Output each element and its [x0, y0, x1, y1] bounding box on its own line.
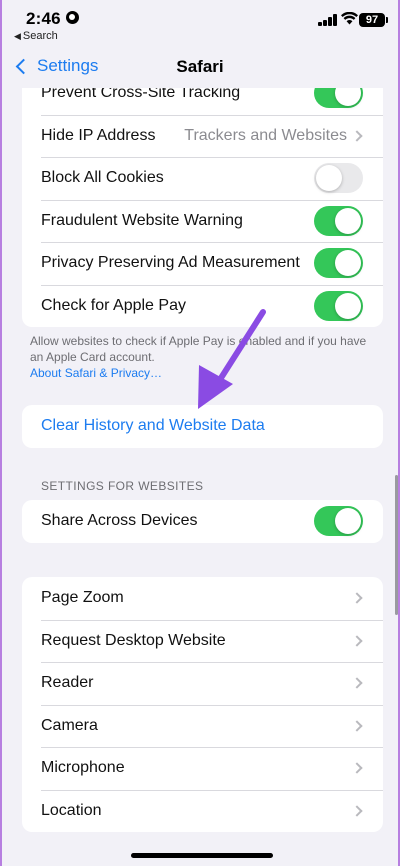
privacy-footer-text: Allow websites to check if Apple Pay is … — [30, 334, 367, 364]
privacy-footer: Allow websites to check if Apple Pay is … — [30, 333, 375, 381]
row-label: Microphone — [41, 759, 125, 777]
row-check-apple-pay: Check for Apple Pay — [22, 284, 383, 328]
toggle-knob — [335, 250, 361, 277]
apple-pay-toggle[interactable] — [314, 290, 363, 321]
row-hide-ip-address[interactable]: Hide IP Address Trackers and Websites — [22, 114, 383, 158]
ad-measurement-toggle[interactable] — [314, 248, 363, 279]
status-time: 2:46 — [26, 9, 61, 28]
website-settings-group: Page Zoom Request Desktop Website Reader… — [22, 577, 383, 832]
toggle-knob — [316, 165, 342, 192]
section-header-websites: SETTINGS FOR WEBSITES — [41, 479, 204, 493]
toggle-knob — [335, 292, 361, 319]
chevron-right-icon — [351, 677, 363, 689]
back-to-app-link[interactable]: ◀ Search — [14, 30, 58, 42]
chevron-right-icon — [351, 805, 363, 817]
row-page-zoom[interactable]: Page Zoom — [22, 577, 383, 620]
cellular-signal-icon — [318, 14, 337, 26]
row-label: Hide IP Address — [41, 126, 156, 144]
chevron-right-icon — [351, 130, 363, 142]
battery-icon: 97 — [359, 13, 388, 27]
share-across-devices-toggle[interactable] — [314, 506, 363, 537]
clear-history-group: Clear History and Website Data — [22, 405, 383, 448]
chevron-right-icon — [351, 720, 363, 732]
fraud-warning-toggle[interactable] — [314, 205, 363, 236]
toggle-knob — [335, 207, 361, 234]
share-across-devices-group: Share Across Devices — [22, 500, 383, 543]
row-block-all-cookies: Block All Cookies — [22, 157, 383, 200]
row-label: Reader — [41, 674, 94, 692]
chevron-right-icon — [351, 592, 363, 604]
row-label: Block All Cookies — [41, 169, 164, 187]
back-app-label: Search — [22, 30, 58, 42]
privacy-security-group: Prevent Cross-Site Tracking Hide IP Addr… — [22, 88, 383, 327]
row-label: Privacy Preserving Ad Measurement — [41, 254, 300, 272]
row-prevent-cross-site-tracking: Prevent Cross-Site Tracking — [22, 88, 383, 115]
page-title: Safari — [176, 57, 224, 76]
row-share-across-devices: Share Across Devices — [22, 500, 383, 543]
row-label: Location — [41, 801, 102, 819]
row-label: Page Zoom — [41, 589, 124, 607]
scroll-indicator — [395, 475, 398, 615]
row-reader[interactable]: Reader — [22, 662, 383, 705]
chevron-right-icon — [351, 635, 363, 647]
row-camera[interactable]: Camera — [22, 704, 383, 748]
clear-history-label: Clear History and Website Data — [41, 417, 265, 435]
row-label: Prevent Cross-Site Tracking — [41, 88, 241, 102]
settings-scroll-area[interactable]: Prevent Cross-Site Tracking Hide IP Addr… — [2, 88, 398, 866]
chevron-right-icon — [351, 762, 363, 774]
row-label: Request Desktop Website — [41, 631, 226, 649]
row-privacy-ad-measurement: Privacy Preserving Ad Measurement — [22, 242, 383, 285]
row-label: Fraudulent Website Warning — [41, 211, 243, 229]
row-label: Check for Apple Pay — [41, 296, 186, 314]
status-bar: 2:46 ◀ Search 97 — [2, 0, 398, 48]
row-request-desktop-website[interactable]: Request Desktop Website — [22, 619, 383, 663]
home-indicator — [131, 853, 273, 858]
row-microphone[interactable]: Microphone — [22, 747, 383, 790]
phone-screen: 2:46 ◀ Search 97 Settings Safari Prevent … — [0, 0, 400, 866]
navigation-bar: Settings Safari — [2, 48, 398, 88]
prevent-tracking-toggle[interactable] — [314, 88, 363, 109]
location-services-icon — [66, 11, 79, 24]
wifi-icon — [341, 12, 358, 25]
row-label: Camera — [41, 716, 98, 734]
row-fraudulent-website-warning: Fraudulent Website Warning — [22, 199, 383, 243]
row-location[interactable]: Location — [22, 789, 383, 833]
row-label: Share Across Devices — [41, 512, 198, 530]
about-safari-privacy-link[interactable]: About Safari & Privacy… — [30, 365, 375, 381]
toggle-knob — [335, 508, 361, 535]
block-cookies-toggle[interactable] — [314, 163, 363, 194]
clear-history-button[interactable]: Clear History and Website Data — [22, 405, 383, 448]
back-triangle-icon: ◀ — [14, 31, 21, 41]
toggle-knob — [335, 88, 361, 107]
hide-ip-detail: Trackers and Websites — [184, 126, 347, 144]
